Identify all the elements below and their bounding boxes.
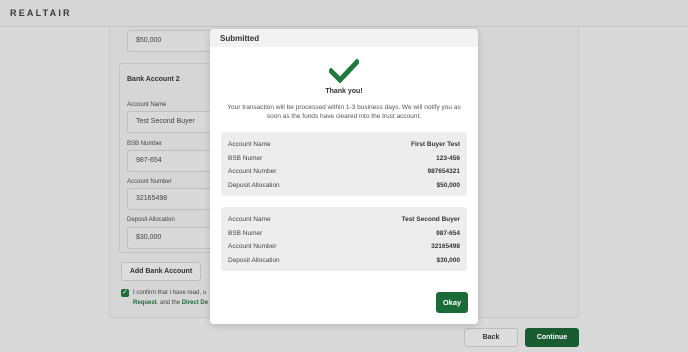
top-bar: REALTAIR	[0, 0, 688, 27]
summary-value: 987654321	[427, 168, 460, 176]
thank-you-heading: Thank you!	[325, 88, 363, 95]
confirm-text-part-2: , and the	[156, 300, 182, 306]
summary-value: $30,000	[436, 256, 461, 264]
bsb-number-input[interactable]: 987-654	[127, 150, 217, 172]
request-link[interactable]: Request	[133, 300, 157, 306]
back-button[interactable]: Back	[464, 328, 518, 347]
add-bank-account-button[interactable]: Add Bank Account	[121, 262, 201, 281]
summary-row: Account Name First Buyer Test	[228, 138, 460, 152]
summary-row: BSB Numer 987-654	[228, 227, 460, 241]
summary-label: Account Number	[228, 243, 277, 251]
account-name-input[interactable]: Test Second Buyer	[127, 111, 217, 133]
deposit-allocation-label: Deposit Allocation	[127, 217, 175, 223]
bank-account-2-title: Bank Account 2	[127, 76, 180, 83]
summary-value: $50,000	[436, 181, 461, 189]
summary-value: Test Second Buyer	[401, 216, 460, 224]
realtair-logo[interactable]: REALTAIR	[10, 8, 72, 18]
summary-label: Deposit Allocation	[228, 181, 280, 189]
summary-value: 987-654	[436, 229, 460, 237]
account-summary-2: Account Name Test Second Buyer BSB Numer…	[221, 207, 467, 271]
confirm-text-part-1: I confirm that I have read, u	[133, 290, 207, 296]
account-number-label: Account Number	[127, 179, 172, 185]
summary-value: First Buyer Test	[410, 141, 460, 149]
summary-row: Deposit Allocation $50,000	[228, 179, 460, 193]
okay-button[interactable]: Okay	[436, 292, 468, 313]
account-name-label: Account Name	[127, 102, 167, 108]
direct-debit-link[interactable]: Direct De	[182, 300, 208, 306]
confirm-checkbox[interactable]: ✓	[121, 289, 129, 297]
summary-row: Deposit Allocation $30,000	[228, 254, 460, 268]
account-summary-1: Account Name First Buyer Test BSB Numer …	[221, 132, 467, 196]
processing-message: Your transaction will be processed withi…	[227, 104, 461, 120]
bsb-number-label: BSB Number	[127, 141, 163, 147]
modal-title: Submitted	[210, 29, 478, 47]
summary-row: Account Number 32165498	[228, 240, 460, 254]
summary-value: 32165498	[431, 243, 460, 251]
summary-label: Account Name	[228, 141, 271, 149]
summary-value: 123-456	[436, 154, 460, 162]
summary-label: Account Number	[228, 168, 277, 176]
confirm-text: I confirm that I have read, u Request, an…	[133, 288, 213, 308]
previous-deposit-input[interactable]: $50,000	[127, 30, 217, 52]
summary-label: BSB Numer	[228, 229, 263, 237]
submitted-modal: Submitted Thank you! Your transaction wi…	[210, 29, 478, 324]
summary-label: Deposit Allocation	[228, 256, 280, 264]
continue-button[interactable]: Continue	[525, 328, 579, 347]
summary-row: Account Number 987654321	[228, 165, 460, 179]
summary-label: Account Name	[228, 216, 271, 224]
account-number-input[interactable]: 32165498	[127, 188, 217, 210]
summary-label: BSB Numer	[228, 154, 263, 162]
summary-row: Account Name Test Second Buyer	[228, 213, 460, 227]
summary-row: BSB Numer 123-456	[228, 152, 460, 166]
check-icon	[327, 58, 361, 84]
deposit-allocation-input[interactable]: $30,000	[127, 227, 217, 249]
